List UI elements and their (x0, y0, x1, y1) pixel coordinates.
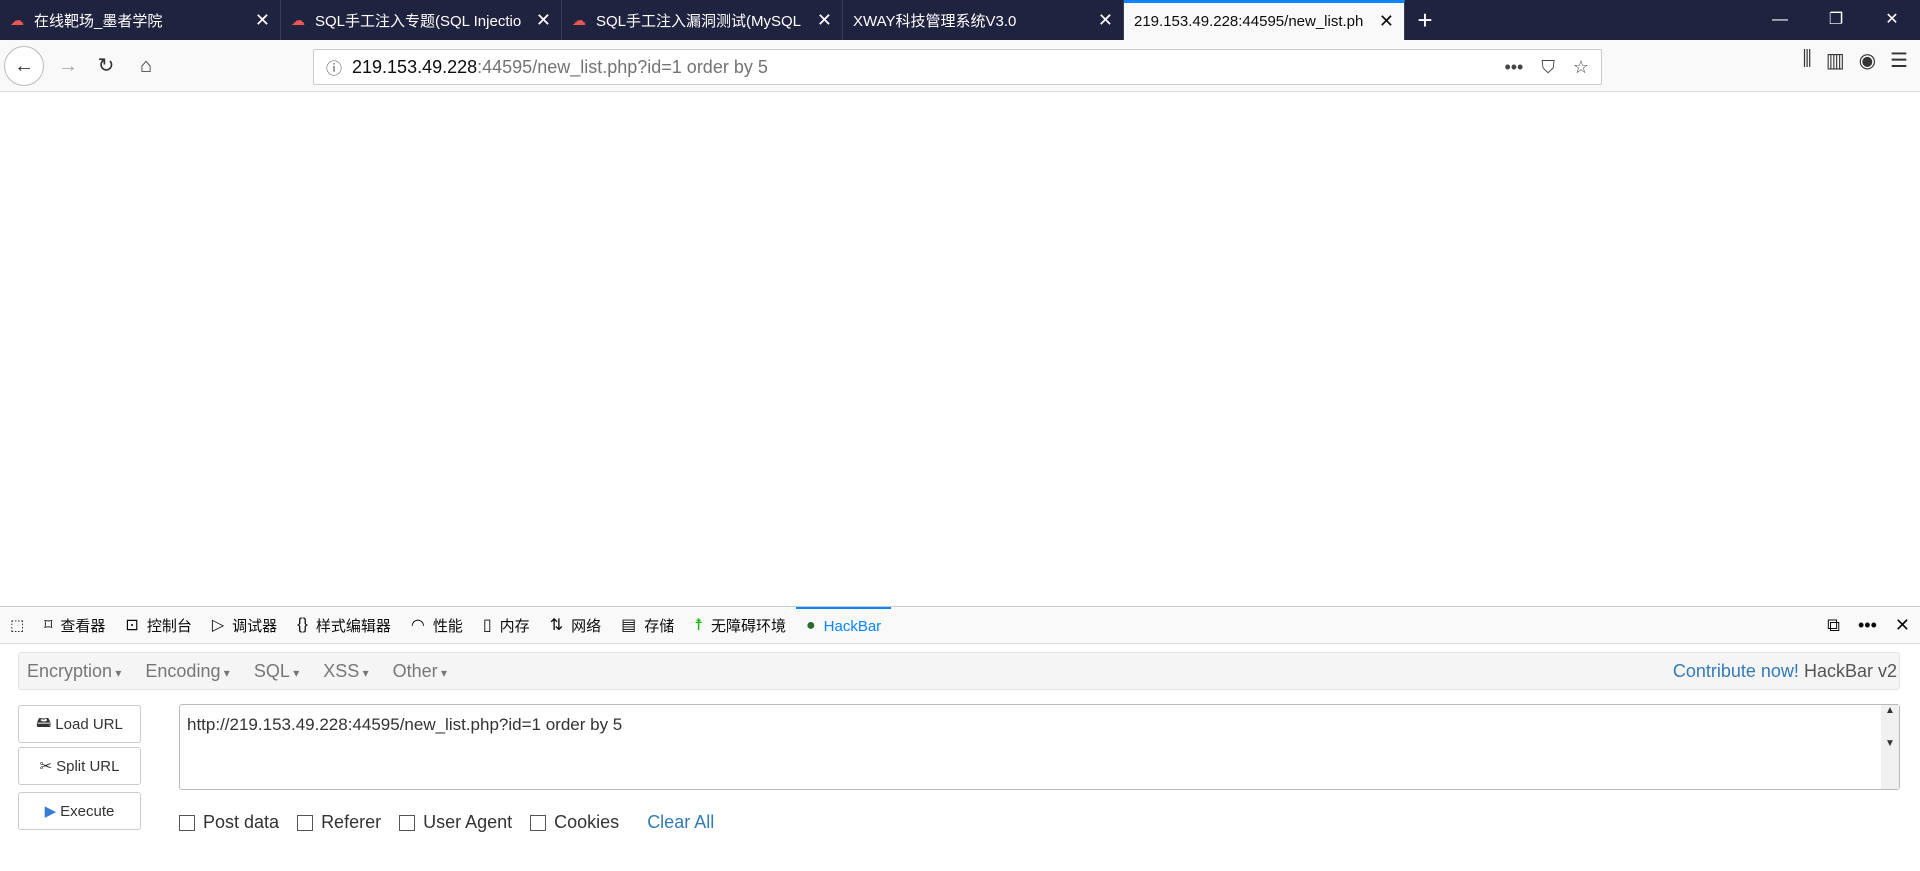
menu-icon[interactable]: ☰ (1890, 48, 1908, 73)
tab-debugger[interactable]: ▷ 调试器 (202, 607, 287, 643)
inspector-icon: ⌑ (44, 617, 53, 634)
tab-active[interactable]: 219.153.49.228:44595/new_list.ph ✕ (1124, 0, 1405, 40)
tab[interactable]: ☁ SQL手工注入专题(SQL Injectio ✕ (281, 0, 562, 40)
tab-memory[interactable]: ▯ 内存 (473, 607, 540, 643)
network-icon: ⇅ (549, 617, 564, 634)
devtools-panel: ⬚ ⌑ 查看器 ⊡ 控制台 ▷ 调试器 {} 样式编辑器 ◠ 性能 ▯ 内存 ⇅ 网络 ▤ 存储… (0, 606, 1920, 871)
devtools-toolbar: ⬚ ⌑ 查看器 ⊡ 控制台 ▷ 调试器 {} 样式编辑器 ◠ 性能 ▯ 内存 ⇅ 网络 ▤ 存储… (0, 607, 1920, 644)
url-textarea[interactable]: http://219.153.49.228:44595/new_list.php… (179, 704, 1900, 790)
storage-icon: ▤ (621, 617, 637, 634)
console-icon: ⊡ (125, 617, 139, 634)
tab-accessibility[interactable]: ☨ 无障碍环境 (684, 607, 796, 643)
braces-icon: {} (297, 616, 308, 633)
restore-icon[interactable]: ❐ (1808, 0, 1864, 40)
back-button[interactable]: ← (4, 46, 44, 86)
dock-icon[interactable]: ⧉ (1827, 615, 1840, 636)
tab-bar: ☁ 在线靶场_墨者学院 ✕ ☁ SQL手工注入专题(SQL Injectio ✕ ☁ SQ… (0, 0, 1920, 40)
scissors-icon: ✂ (39, 758, 53, 775)
contribute-link[interactable]: Contribute now! (1673, 661, 1799, 681)
close-icon[interactable]: ✕ (255, 10, 270, 31)
tab-hackbar[interactable]: ● HackBar (795, 607, 892, 643)
close-icon[interactable]: ✕ (1895, 615, 1910, 636)
more-icon[interactable]: ••• (1504, 57, 1523, 78)
home-button[interactable]: ⌂ (128, 48, 164, 84)
nav-bar: ← → ↻ ⌂ ⓘ 219.153.49.228:44595/new_list.… (0, 40, 1920, 92)
close-icon[interactable]: ✕ (536, 10, 551, 31)
menu-sql[interactable]: SQL (254, 661, 299, 682)
execute-button[interactable]: ▶ Execute (18, 792, 141, 830)
cloud-icon: ☁ (10, 12, 24, 28)
load-icon: 🖴 (36, 713, 52, 731)
user-agent-checkbox[interactable]: User Agent (399, 812, 512, 833)
picker-icon[interactable]: ⬚ (0, 607, 34, 643)
accessibility-icon: ☨ (694, 617, 703, 634)
forward-button[interactable]: → (50, 48, 86, 84)
load-url-button[interactable]: 🖴 Load URL (18, 705, 141, 743)
sidebar-icon[interactable]: ▥ (1826, 48, 1845, 73)
close-icon[interactable]: ✕ (817, 10, 832, 31)
library-icon[interactable]: ⫼ (1803, 48, 1812, 73)
close-icon[interactable]: ✕ (1379, 11, 1394, 32)
gauge-icon: ◠ (410, 617, 425, 634)
scrollbar[interactable]: ▲ ▼ (1881, 705, 1899, 789)
memory-icon: ▯ (482, 617, 492, 634)
hackbar-icon: ● (805, 617, 816, 634)
post-data-checkbox[interactable]: Post data (179, 812, 279, 833)
tab[interactable]: ☁ SQL手工注入漏洞测试(MySQL ✕ (562, 0, 843, 40)
menu-encoding[interactable]: Encoding (145, 661, 229, 682)
debugger-icon: ▷ (211, 617, 225, 634)
cookies-checkbox[interactable]: Cookies (530, 812, 619, 833)
more-icon[interactable]: ••• (1858, 615, 1877, 636)
clear-all-link[interactable]: Clear All (647, 812, 714, 833)
close-icon[interactable]: ✕ (1098, 10, 1113, 31)
url-bar[interactable]: ⓘ 219.153.49.228:44595/new_list.php?id=1… (313, 49, 1602, 85)
star-icon[interactable]: ☆ (1573, 57, 1589, 78)
cloud-icon: ☁ (291, 12, 305, 28)
info-icon[interactable]: ⓘ (326, 55, 342, 79)
tab[interactable]: XWAY科技管理系统V3.0 ✕ (843, 0, 1124, 40)
tab-network[interactable]: ⇅ 网络 (540, 607, 611, 643)
menu-xss[interactable]: XSS (323, 661, 368, 682)
cloud-icon: ☁ (572, 12, 586, 28)
split-url-button[interactable]: ✂ Split URL (18, 747, 141, 785)
tab-inspector[interactable]: ⌑ 查看器 (34, 607, 115, 643)
hackbar-menu: Encryption Encoding SQL XSS Other Contri… (18, 652, 1900, 690)
pocket-icon[interactable]: ⛉ (1541, 57, 1555, 78)
account-icon[interactable]: ◉ (1859, 48, 1876, 73)
new-tab-button[interactable]: + (1405, 0, 1445, 40)
tab-storage[interactable]: ▤ 存储 (611, 607, 684, 643)
tab-console[interactable]: ⊡ 控制台 (115, 607, 201, 643)
tab-performance[interactable]: ◠ 性能 (401, 607, 473, 643)
referer-checkbox[interactable]: Referer (297, 812, 381, 833)
play-icon: ▶ (44, 803, 57, 820)
close-window-icon[interactable]: ✕ (1864, 0, 1920, 40)
tab[interactable]: ☁ 在线靶场_墨者学院 ✕ (0, 0, 281, 40)
menu-encryption[interactable]: Encryption (27, 661, 121, 682)
minimize-icon[interactable]: — (1752, 0, 1808, 40)
reload-button[interactable]: ↻ (88, 48, 124, 84)
menu-other[interactable]: Other (393, 661, 447, 682)
tab-style-editor[interactable]: {} 样式编辑器 (287, 607, 401, 643)
